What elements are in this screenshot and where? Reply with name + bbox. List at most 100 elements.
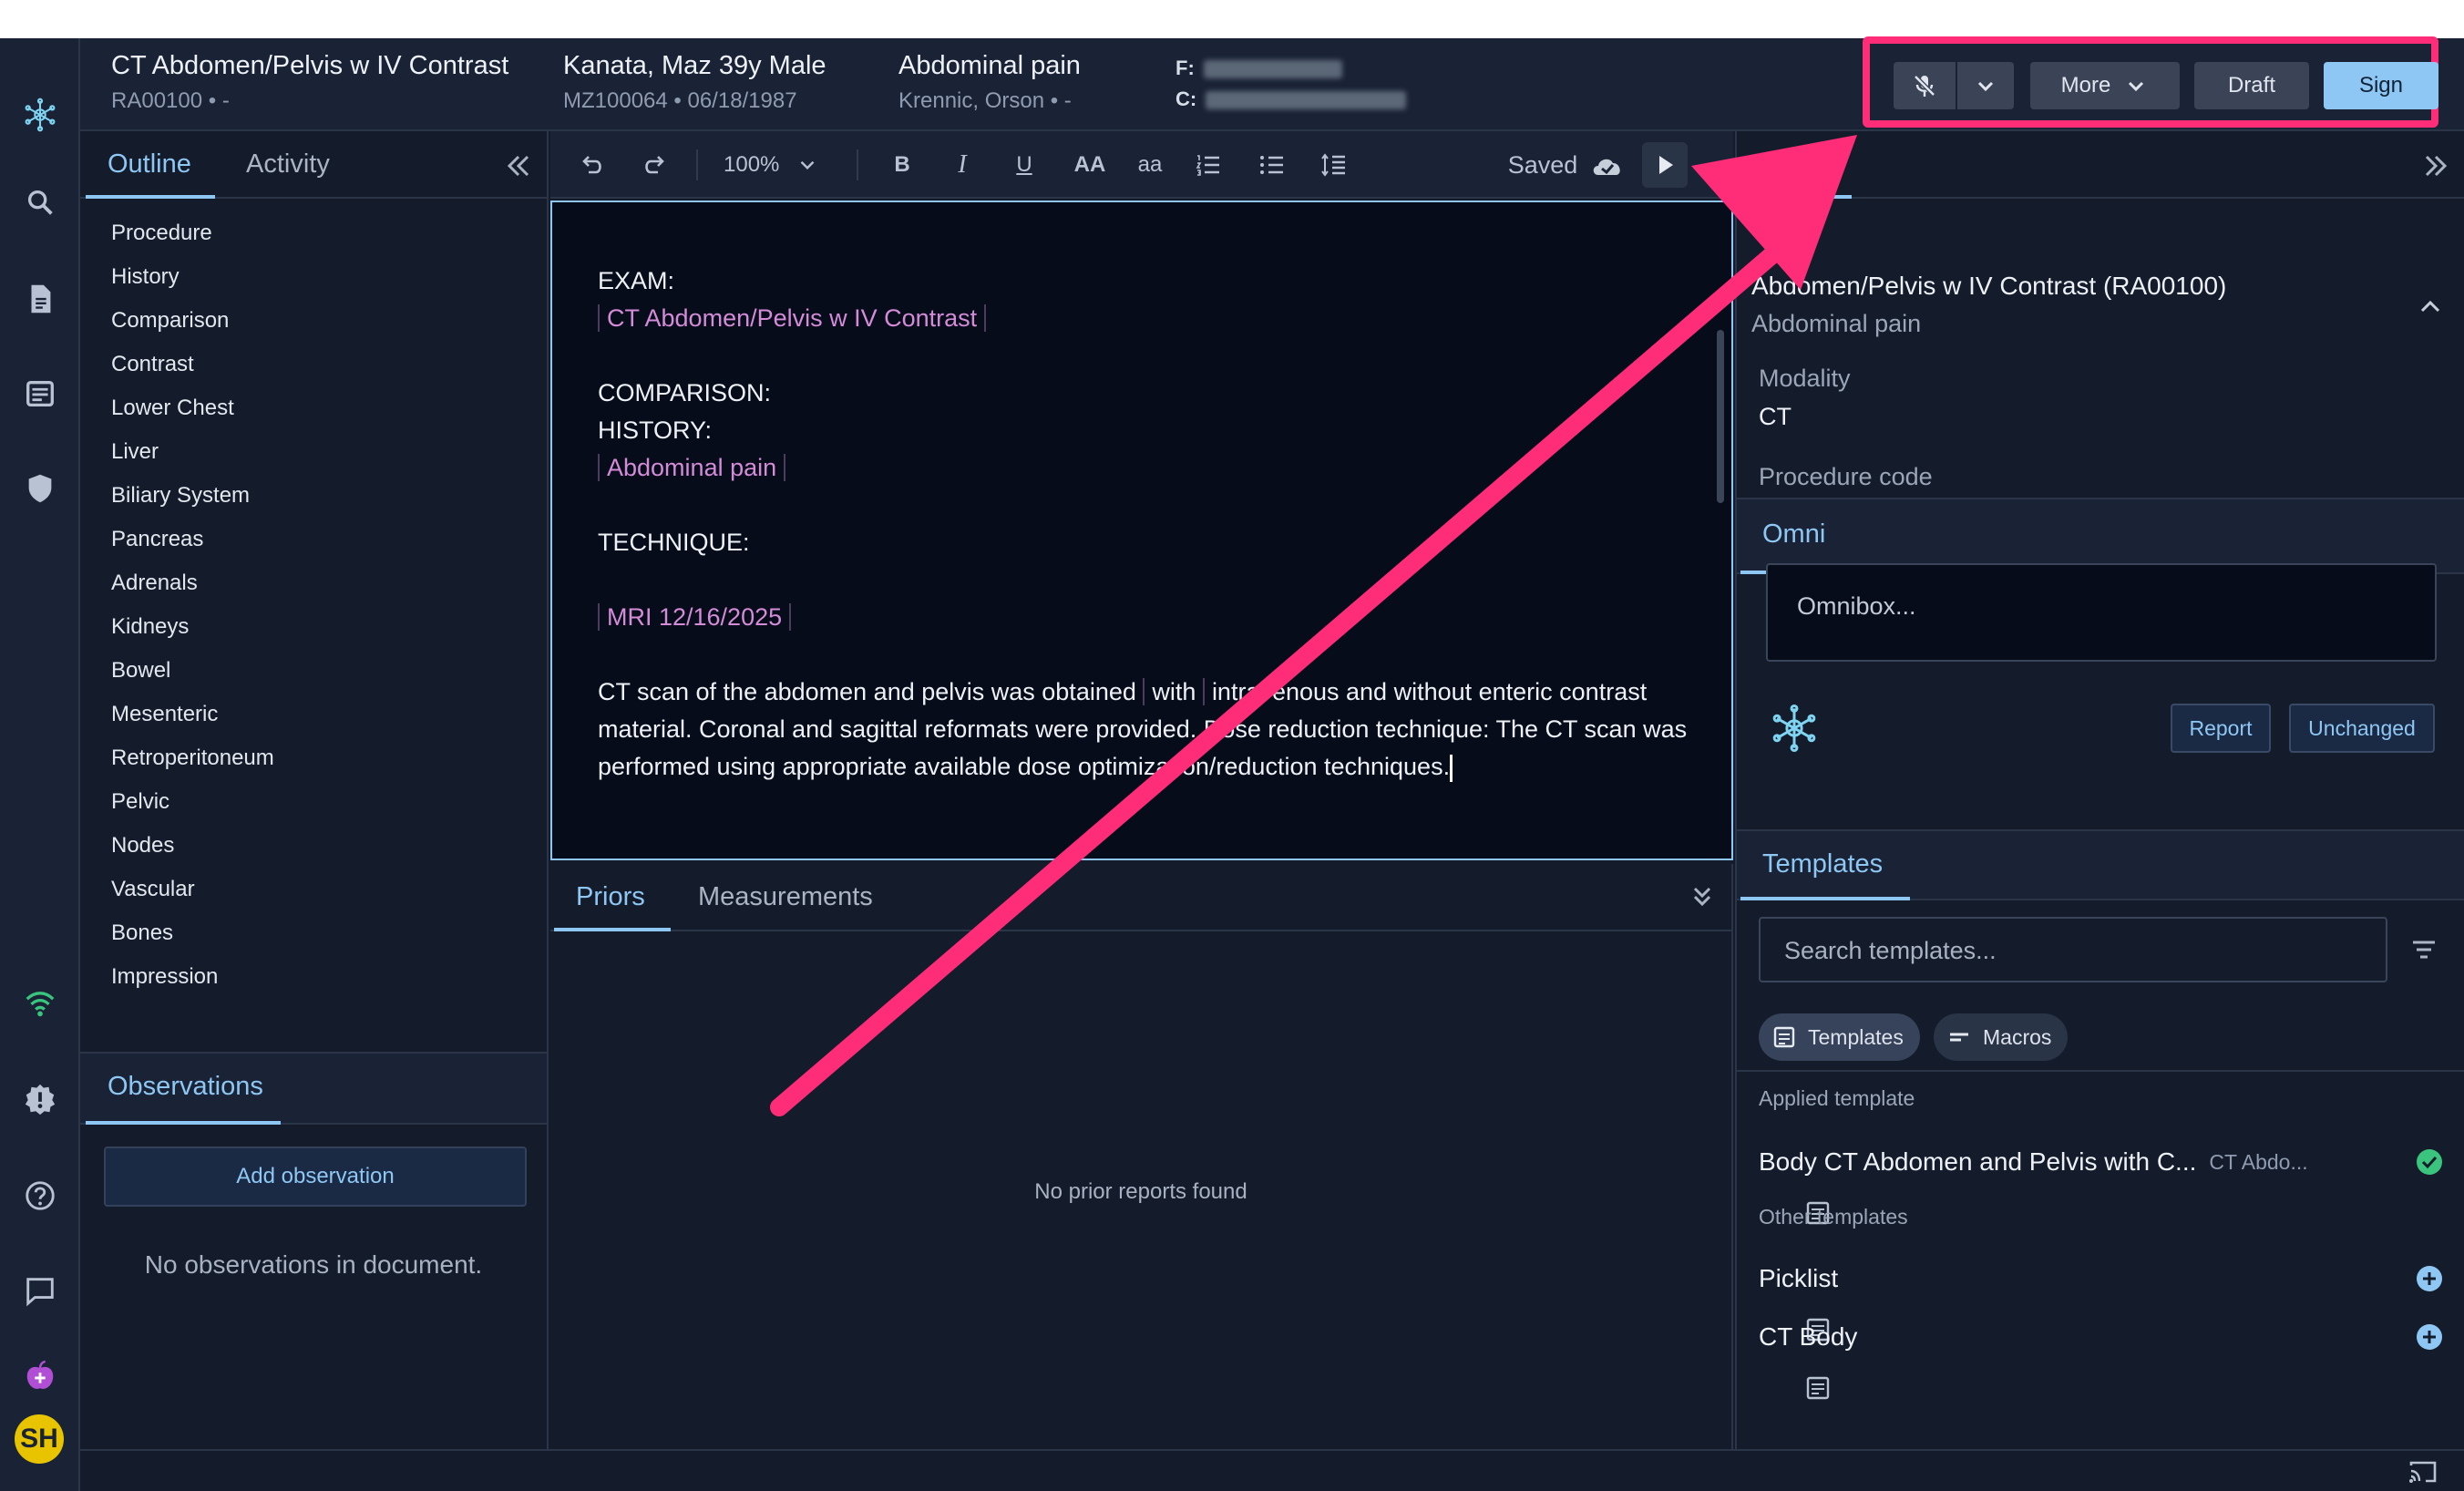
filter-icon[interactable]	[2408, 933, 2440, 966]
outline-item[interactable]: Adrenals	[111, 561, 274, 605]
collapse-down-icon[interactable]	[1686, 880, 1719, 913]
redo-icon[interactable]	[634, 148, 674, 182]
outline-item[interactable]: Liver	[111, 430, 274, 474]
exam-field[interactable]: CT Abdomen/Pelvis w IV Contrast	[598, 304, 987, 332]
app-logo-icon[interactable]	[16, 91, 64, 139]
shield-icon[interactable]	[16, 465, 64, 512]
status-bar	[80, 1449, 2464, 1491]
chevron-down-icon	[1977, 81, 1994, 92]
search-templates-input[interactable]: Search templates...	[1759, 917, 2387, 982]
search-icon[interactable]	[16, 179, 64, 226]
outline-item[interactable]: Bowel	[111, 649, 274, 693]
editor-scrollbar[interactable]	[1717, 330, 1724, 503]
sign-button[interactable]: Sign	[2324, 62, 2438, 109]
editor-toolbar: 100% B I U AA aa Saved	[550, 131, 1733, 199]
technique-field[interactable]: MRI 12/16/2025	[598, 603, 792, 631]
bullet-list-icon[interactable]	[1252, 148, 1292, 182]
play-button[interactable]	[1642, 142, 1688, 188]
template-row[interactable]: Picklist	[1759, 1256, 2444, 1342]
report-document[interactable]: EXAM: CT Abdomen/Pelvis w IV Contrast CO…	[598, 262, 1691, 786]
line-spacing-icon[interactable]	[1314, 148, 1354, 182]
saved-status: Saved	[1507, 150, 1578, 179]
reason-info: Abdominal pain Krennic, Orson • -	[898, 51, 1081, 114]
tab-activity[interactable]: Activity	[246, 149, 330, 180]
tab-omni[interactable]: Omni	[1762, 519, 1825, 550]
outline-item[interactable]: Impression	[111, 955, 274, 999]
technique-body: CT scan of the abdomen and pelvis was ob…	[598, 678, 1688, 782]
applied-template-row[interactable]: Body CT Abdomen and Pelvis with C... CT …	[1759, 1139, 2444, 1225]
app-window: SH CT Abdomen/Pelvis w IV Contrast RA001…	[0, 38, 2464, 1491]
outline-item[interactable]: Lower Chest	[111, 386, 274, 430]
tab-observations[interactable]: Observations	[108, 1072, 263, 1102]
outline-item[interactable]: Retroperitoneum	[111, 736, 274, 780]
zoom-select[interactable]: 100%	[724, 148, 842, 182]
f-label: F:	[1176, 57, 1195, 79]
applied-template-label: Applied template	[1759, 1086, 1915, 1110]
outline-item[interactable]: Contrast	[111, 343, 274, 386]
outline-item[interactable]: Kidneys	[111, 605, 274, 649]
undo-icon[interactable]	[572, 148, 612, 182]
document-icon[interactable]	[16, 275, 64, 323]
add-circle-icon[interactable]	[2415, 1322, 2444, 1352]
avatar[interactable]: SH	[15, 1414, 64, 1464]
outline-item[interactable]: Procedure	[111, 211, 274, 255]
modality-value: CT	[1759, 403, 1792, 430]
template-row[interactable]: CT Body	[1759, 1314, 2444, 1400]
bold-button[interactable]: B	[882, 148, 922, 182]
mic-toggle-button[interactable]	[1894, 62, 1956, 109]
exam-info: CT Abdomen/Pelvis w IV Contrast RA00100 …	[111, 51, 508, 114]
modality-label: Modality	[1759, 365, 1851, 392]
draft-button[interactable]: Draft	[2194, 62, 2309, 109]
patient-info: Kanata, Maz 39y Male MZ100064 • 06/18/19…	[563, 51, 826, 114]
uppercase-button[interactable]: AA	[1066, 148, 1114, 182]
report-button[interactable]: Report	[2171, 704, 2271, 753]
add-observation-button[interactable]: Add observation	[104, 1147, 527, 1207]
tab-indicator	[86, 195, 215, 199]
collapse-right-icon[interactable]	[2418, 148, 2455, 184]
contrast-field[interactable]: with	[1143, 678, 1206, 705]
templates-chip[interactable]: Templates	[1759, 1013, 1920, 1061]
outline-item[interactable]: History	[111, 255, 274, 299]
numbered-list-icon[interactable]	[1188, 148, 1228, 182]
outline-item[interactable]: Pelvic	[111, 780, 274, 824]
outline-item[interactable]: Nodes	[111, 824, 274, 868]
italic-button[interactable]: I	[942, 148, 982, 182]
applied-template-name: Body CT Abdomen and Pelvis with C...	[1759, 1147, 2197, 1176]
text-caret	[1450, 754, 1453, 782]
zoom-value: 100%	[724, 152, 780, 177]
outline-list: Procedure History Comparison Contrast Lo…	[111, 211, 274, 999]
outline-item[interactable]: Pancreas	[111, 518, 274, 561]
more-label: More	[2060, 73, 2111, 98]
worklist-icon[interactable]	[16, 370, 64, 417]
unchanged-button[interactable]: Unchanged	[2289, 704, 2435, 753]
outline-item[interactable]: Biliary System	[111, 474, 274, 518]
outline-item[interactable]: Comparison	[111, 299, 274, 343]
underline-button[interactable]: U	[1004, 148, 1044, 182]
lowercase-button[interactable]: aa	[1130, 148, 1170, 182]
help-icon[interactable]	[16, 1172, 64, 1219]
more-button[interactable]: More	[2030, 62, 2180, 109]
alert-gear-icon[interactable]	[16, 1075, 64, 1123]
divider	[1737, 1070, 2464, 1072]
tab-exam[interactable]: E	[1761, 149, 1778, 180]
history-field[interactable]: Abdominal pain	[598, 454, 786, 481]
omnibox-input[interactable]: Omnibox...	[1766, 563, 2437, 662]
exam-title: CT Abdomen/Pelvis w IV Contrast	[111, 51, 509, 80]
outline-item[interactable]: Vascular	[111, 868, 274, 911]
tab-priors[interactable]: Priors	[576, 882, 645, 912]
chevron-up-icon[interactable]	[2415, 292, 2446, 323]
add-circle-icon[interactable]	[2415, 1264, 2444, 1293]
mic-off-icon	[1914, 75, 1935, 97]
outline-item[interactable]: Bones	[111, 911, 274, 955]
cast-icon[interactable]	[2408, 1458, 2438, 1486]
apple-plus-icon[interactable]	[16, 1352, 64, 1400]
tab-outline[interactable]: Outline	[108, 149, 191, 180]
tab-templates[interactable]: Templates	[1762, 849, 1883, 879]
tab-measurements[interactable]: Measurements	[698, 882, 873, 912]
mic-options-button[interactable]	[1957, 62, 2014, 109]
outline-item[interactable]: Mesenteric	[111, 693, 274, 736]
chat-icon[interactable]	[16, 1267, 64, 1314]
collapse-left-icon[interactable]	[499, 148, 536, 184]
macros-chip[interactable]: Macros	[1934, 1013, 2069, 1061]
report-editor[interactable]: EXAM: CT Abdomen/Pelvis w IV Contrast CO…	[550, 201, 1733, 860]
